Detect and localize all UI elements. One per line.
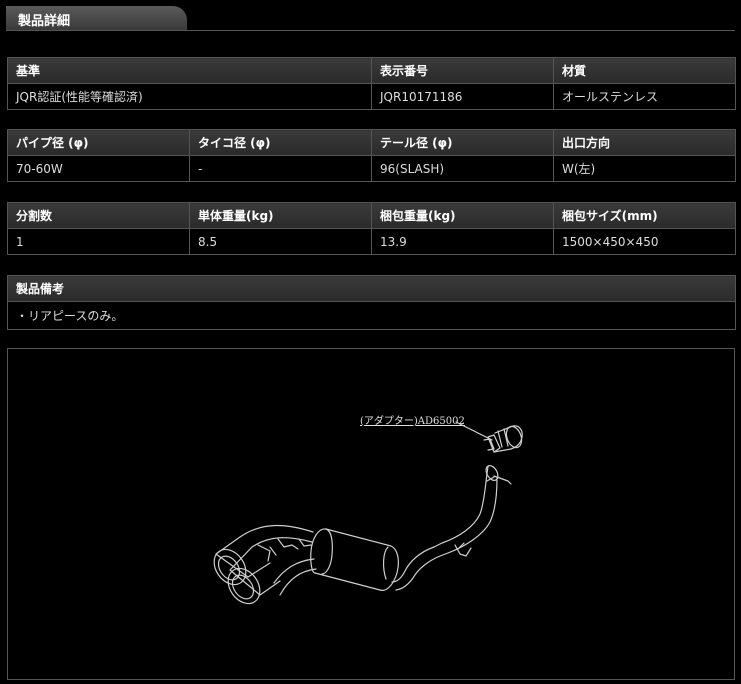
table-header-cell: 表示番号 [371, 57, 554, 84]
table-row: 1 8.5 13.9 1500×450×450 [7, 228, 736, 255]
table-header-cell: 分割数 [7, 202, 190, 229]
spec-table-notes: 製品備考 ・リアピースのみ。 [7, 275, 736, 330]
table-header-cell: 基準 [7, 57, 372, 84]
muffler-body [310, 528, 399, 591]
tailpipe-assembly [213, 524, 317, 605]
table-header-cell: パイプ径 (φ) [7, 129, 190, 156]
table-header-row: 分割数 単体重量(kg) 梱包重量(kg) 梱包サイズ(mm) [7, 202, 736, 229]
table-cell: 13.9 [371, 228, 554, 255]
table-row: 70-60W - 96(SLASH) W(左) [7, 155, 736, 182]
table-header-cell: 梱包サイズ(mm) [553, 202, 736, 229]
table-header-cell: タイコ径 (φ) [189, 129, 372, 156]
table-row: JQR認証(性能等確認済) JQR10171186 オールステンレス [7, 83, 736, 110]
table-header-row: 基準 表示番号 材質 [7, 57, 736, 84]
section-header: 製品詳細 [6, 6, 187, 31]
table-header-cell: 単体重量(kg) [189, 202, 372, 229]
adapter-part [483, 425, 523, 453]
table-header-cell: 梱包重量(kg) [371, 202, 554, 229]
product-diagram: (アダプター)AD65002 [7, 348, 735, 680]
table-cell: JQR認証(性能等確認済) [7, 83, 372, 110]
table-cell: オールステンレス [553, 83, 736, 110]
table-cell: 8.5 [189, 228, 372, 255]
table-cell: - [189, 155, 372, 182]
upper-pipe [433, 465, 512, 557]
table-header-cell: 出口方向 [553, 129, 736, 156]
table-header-row: パイプ径 (φ) タイコ径 (φ) テール径 (φ) 出口方向 [7, 129, 736, 156]
spec-table-standard: 基準 表示番号 材質 JQR認証(性能等確認済) JQR10171186 オール… [7, 57, 736, 110]
header-divider [6, 30, 735, 31]
table-header-cell: 材質 [553, 57, 736, 84]
spec-table-weight: 分割数 単体重量(kg) 梱包重量(kg) 梱包サイズ(mm) 1 8.5 13… [7, 202, 736, 255]
section-title: 製品詳細 [18, 14, 71, 29]
table-cell: 70-60W [7, 155, 190, 182]
adapter-label: (アダプター)AD65002 [360, 414, 465, 427]
table-cell: 96(SLASH) [371, 155, 554, 182]
table-header-row: 製品備考 [7, 275, 736, 302]
mid-pipe [391, 546, 441, 591]
table-cell: W(左) [553, 155, 736, 182]
spec-table-dimensions: パイプ径 (φ) タイコ径 (φ) テール径 (φ) 出口方向 70-60W -… [7, 129, 736, 182]
table-cell: 1 [7, 228, 190, 255]
table-header-cell: テール径 (φ) [371, 129, 554, 156]
table-header-cell: 製品備考 [7, 275, 736, 302]
table-cell: JQR10171186 [371, 83, 554, 110]
exhaust-drawing: (アダプター)AD65002 [213, 414, 523, 605]
table-cell: ・リアピースのみ。 [7, 301, 736, 330]
table-cell: 1500×450×450 [553, 228, 736, 255]
table-row: ・リアピースのみ。 [7, 301, 736, 330]
